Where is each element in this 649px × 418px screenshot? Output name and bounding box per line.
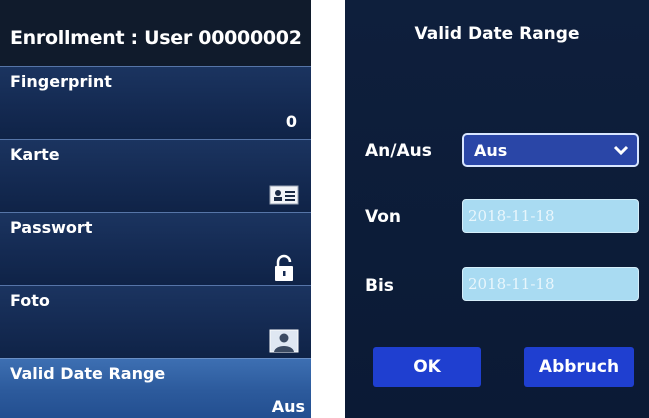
- to-date-field[interactable]: 2018-11-18: [462, 267, 639, 301]
- user-photo-icon: [269, 329, 299, 353]
- menu-item-label: Karte: [10, 145, 60, 164]
- menu-item-foto[interactable]: Foto: [0, 285, 311, 358]
- chevron-down-icon: [613, 145, 629, 156]
- to-label: Bis: [365, 276, 394, 296]
- enrollment-screen: Enrollment : User 00000002 Fingerprint 0…: [0, 0, 311, 418]
- valid-date-range-status: Aus: [271, 397, 305, 416]
- ok-button[interactable]: OK: [373, 347, 481, 387]
- fingerprint-count: 0: [285, 112, 297, 131]
- from-label: Von: [365, 207, 402, 227]
- on-off-selected-value: Aus: [474, 141, 508, 160]
- on-off-label: An/Aus: [365, 141, 432, 161]
- menu-item-label: Passwort: [10, 218, 93, 237]
- on-off-dropdown[interactable]: Aus: [462, 133, 639, 167]
- cancel-button[interactable]: Abbruch: [524, 347, 634, 387]
- dialog-title: Valid Date Range: [414, 24, 580, 44]
- menu-item-fingerprint[interactable]: Fingerprint 0: [0, 66, 311, 139]
- menu-item-passwort[interactable]: Passwort: [0, 212, 311, 285]
- menu-item-karte[interactable]: Karte: [0, 139, 311, 212]
- menu-item-label: Valid Date Range: [10, 364, 166, 383]
- valid-date-range-dialog: Valid Date Range An/Aus Aus Von 2018-11-…: [345, 0, 649, 418]
- id-card-icon: [269, 185, 299, 205]
- padlock-icon: [275, 254, 293, 281]
- from-date-field[interactable]: 2018-11-18: [462, 199, 639, 233]
- menu-item-label: Fingerprint: [10, 72, 112, 91]
- enrollment-header: Enrollment : User 00000002: [0, 0, 311, 66]
- from-date-value: 2018-11-18: [468, 207, 555, 225]
- menu-item-valid-date-range[interactable]: Valid Date Range Aus: [0, 358, 311, 418]
- menu-item-label: Foto: [10, 291, 50, 310]
- to-date-value: 2018-11-18: [468, 275, 555, 293]
